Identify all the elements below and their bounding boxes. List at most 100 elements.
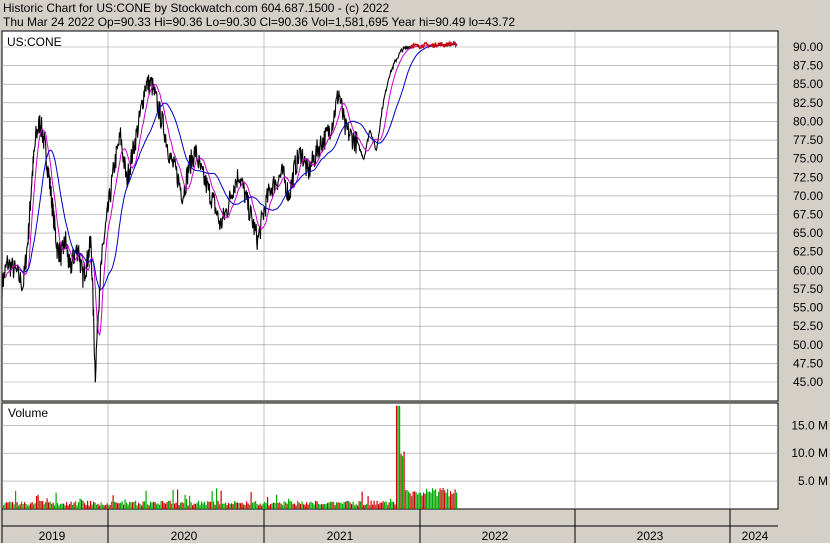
- volume-bar: [238, 503, 240, 509]
- price-tick-label: 70.00: [793, 189, 823, 203]
- volume-bar: [49, 501, 51, 509]
- volume-bar: [261, 505, 263, 509]
- volume-bar: [232, 504, 234, 509]
- volume-bar: [151, 502, 153, 509]
- volume-bar: [48, 502, 50, 509]
- volume-bar: [31, 502, 33, 509]
- volume-bar: [43, 504, 45, 509]
- volume-bar: [342, 503, 344, 509]
- volume-bar: [394, 504, 396, 509]
- volume-bar: [90, 500, 92, 509]
- volume-bar: [439, 488, 441, 509]
- volume-panel-label: Volume: [8, 406, 48, 420]
- volume-bar: [285, 502, 287, 509]
- volume-bar: [321, 504, 323, 509]
- volume-bar: [121, 501, 123, 509]
- volume-bar: [348, 501, 350, 509]
- volume-bar: [124, 499, 126, 509]
- volume-bar: [277, 502, 279, 509]
- volume-bar: [426, 488, 428, 509]
- volume-bar: [291, 501, 293, 509]
- price-tick-label: 80.00: [793, 114, 823, 128]
- volume-bar: [427, 491, 429, 509]
- volume-bar: [447, 489, 449, 509]
- volume-bar: [24, 502, 26, 509]
- volume-bar: [72, 505, 74, 509]
- volume-bar: [324, 503, 326, 509]
- volume-bar: [312, 503, 314, 509]
- volume-bar: [387, 504, 389, 509]
- volume-bar: [55, 492, 57, 509]
- volume-bar: [60, 503, 62, 509]
- chart-window: Historic Chart for US:CONE by Stockwatch…: [0, 0, 830, 543]
- volume-bar: [366, 503, 368, 509]
- volume-bar: [88, 505, 90, 509]
- volume-bar: [18, 505, 20, 509]
- volume-bar: [390, 498, 392, 509]
- volume-bar: [406, 490, 408, 509]
- volume-bar: [69, 504, 71, 509]
- volume-bar: [270, 504, 272, 509]
- volume-bar: [114, 501, 116, 509]
- volume-bar: [268, 505, 270, 509]
- volume-bar: [40, 501, 42, 509]
- volume-bar: [138, 502, 140, 509]
- volume-bar: [400, 454, 402, 509]
- volume-bar: [127, 504, 129, 509]
- volume-bar: [102, 504, 104, 509]
- volume-bar: [12, 501, 14, 509]
- volume-bar: [339, 502, 341, 509]
- price-tick-label: 77.50: [793, 133, 823, 147]
- volume-bar: [150, 501, 152, 509]
- volume-bar: [381, 502, 383, 509]
- volume-bar: [424, 493, 426, 509]
- volume-bar: [265, 502, 267, 509]
- volume-axis: 15.0 M 10.0 M 5.0 M: [791, 418, 828, 488]
- volume-bar: [303, 504, 305, 509]
- volume-bar: [123, 504, 125, 509]
- volume-bar: [283, 501, 285, 509]
- price-tick-label: 90.00: [793, 40, 823, 54]
- volume-bar: [262, 503, 264, 509]
- volume-bar: [451, 494, 453, 509]
- volume-bar: [396, 405, 398, 509]
- volume-bar: [445, 492, 447, 509]
- volume-bar: [222, 503, 224, 509]
- price-tick-label: 65.00: [793, 226, 823, 240]
- volume-bar: [108, 505, 110, 509]
- volume-bar: [418, 492, 420, 509]
- volume-bar: [96, 504, 98, 509]
- volume-bar: [423, 492, 425, 509]
- volume-bar: [442, 487, 444, 509]
- price-tick-label: 45.00: [793, 375, 823, 389]
- volume-bar: [157, 503, 159, 509]
- x-tick-label: 2023: [637, 529, 664, 543]
- volume-bar: [273, 502, 275, 509]
- volume-bar: [363, 505, 365, 509]
- volume-bar: [42, 501, 44, 509]
- volume-bar: [34, 503, 36, 509]
- volume-bar: [199, 505, 201, 509]
- volume-bar: [375, 504, 377, 509]
- volume-bar: [292, 504, 294, 509]
- x-tick-label: 2021: [327, 529, 354, 543]
- volume-bar: [169, 500, 171, 509]
- volume-bar: [184, 494, 186, 509]
- price-tick-label: 50.00: [793, 338, 823, 352]
- volume-bar: [433, 490, 435, 509]
- volume-bar: [456, 492, 458, 509]
- volume-bar: [171, 503, 173, 509]
- volume-bar: [295, 505, 297, 509]
- volume-bar: [297, 501, 299, 509]
- price-panel-label: US:CONE: [7, 35, 62, 49]
- volume-bar: [357, 505, 359, 509]
- volume-bar: [240, 503, 242, 509]
- volume-bar: [454, 489, 456, 509]
- volume-bar: [162, 501, 164, 509]
- volume-bar: [219, 504, 221, 509]
- volume-tick-label: 5.0 M: [798, 474, 828, 488]
- price-tick-label: 67.50: [793, 208, 823, 222]
- volume-bar: [333, 501, 335, 509]
- price-tick-label: 47.50: [793, 356, 823, 370]
- volume-bar: [75, 501, 77, 509]
